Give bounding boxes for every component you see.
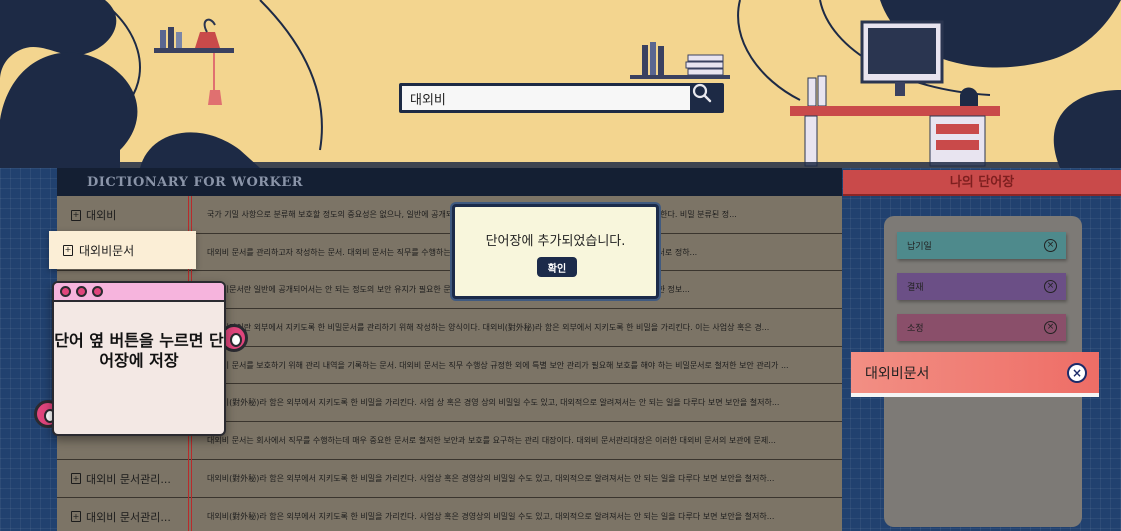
term-description: 대외비 문서를 보호하기 위해 관리 내역을 기록하는 문서. 대외비 문서는 … [207, 360, 789, 370]
search-input[interactable] [402, 86, 690, 110]
vocab-item[interactable]: 소정 × [897, 314, 1066, 341]
vocab-item[interactable]: 결재 × [897, 273, 1066, 300]
vocab-item-label: 소정 [907, 324, 924, 334]
vocab-item-new[interactable]: 대외비문서 × [851, 352, 1099, 397]
header-illustration [0, 0, 1121, 168]
list-item[interactable]: + 대외비 국가 기밀 사항으로 분류해 보호할 정도의 중요성은 없으나, 일반… [57, 196, 842, 234]
window-dot-icon [92, 286, 103, 297]
term: + 대외비 문서관리... [71, 509, 171, 525]
term-label: 대외비 [86, 209, 117, 222]
confirm-dialog: 단어장에 추가되었습니다. 확인 [452, 204, 659, 299]
window-titlebar [54, 283, 224, 302]
vocab-title: 나의 단어장 [843, 170, 1121, 196]
term-description: 대외비(對外秘)라 함은 외부에서 지키도록 한 비밀을 가리킨다. 사업 상 … [207, 398, 780, 408]
search-button[interactable] [692, 83, 724, 113]
highlighted-term-label: 대외비문서 [79, 243, 135, 258]
list-item[interactable]: + 대외비 문서관리... 대외비(對外秘)라 함은 외부에서 지키도록 한 비밀… [57, 498, 842, 531]
window-dot-icon [60, 286, 71, 297]
window-dot-icon [76, 286, 87, 297]
term: + 대외비 문서관리... [71, 471, 171, 487]
remove-icon[interactable]: × [1044, 280, 1057, 293]
add-to-vocab-icon[interactable]: + [71, 511, 81, 522]
dialog-message: 단어장에 추가되었습니다. [485, 234, 626, 249]
list-item[interactable]: + 대외비 문서관리... 대외비(對外秘)라 함은 외부에서 지키도록 한 비밀… [57, 460, 842, 498]
vocab-item-label: 납기일 [907, 242, 932, 252]
term-description: 대외비 문서는 회사에서 직무를 수행하는데 매우 중요한 문서로 철저한 보안… [207, 436, 776, 446]
term-label: 대외비 문서관리... [86, 472, 171, 486]
term-description: 대외비장이란 외부에서 지키도록 한 비밀문서를 관리하기 위해 작성하는 양식… [207, 323, 770, 333]
term-description: 대외비(對外秘)라 함은 외부에서 지키도록 한 비밀을 가리킨다. 사업상 혹… [207, 473, 775, 483]
add-to-vocab-icon[interactable]: + [71, 473, 81, 485]
remove-icon[interactable]: × [1067, 362, 1087, 383]
vocab-item-label: 대외비문서 [865, 365, 930, 382]
term: + 대외비 [71, 207, 116, 223]
confirm-button[interactable]: 확인 [537, 257, 577, 277]
vocab-item[interactable]: 납기일 × [897, 232, 1066, 259]
search-icon [692, 83, 712, 103]
dictionary-title: DICTIONARY FOR WORKER [57, 168, 842, 196]
add-to-vocab-icon[interactable]: + [71, 209, 81, 221]
remove-icon[interactable]: × [1044, 321, 1057, 334]
highlighted-term[interactable]: + 대외비문서 [49, 231, 196, 269]
hint-text: 단어 옆 버튼을 누르면 단어장에 저장 [54, 331, 224, 370]
hint-popup: 단어 옆 버튼을 누르면 단어장에 저장 [52, 281, 226, 436]
add-to-vocab-icon[interactable]: + [63, 244, 73, 256]
search-bar [399, 83, 724, 113]
vocab-item-label: 결재 [907, 283, 924, 293]
term-description: 대외비(對外秘)라 함은 외부에서 지키도록 한 비밀을 가리킨다. 사업상 혹… [207, 511, 775, 521]
term-label: 대외비 문서관리... [86, 510, 171, 524]
remove-icon[interactable]: × [1044, 239, 1057, 252]
